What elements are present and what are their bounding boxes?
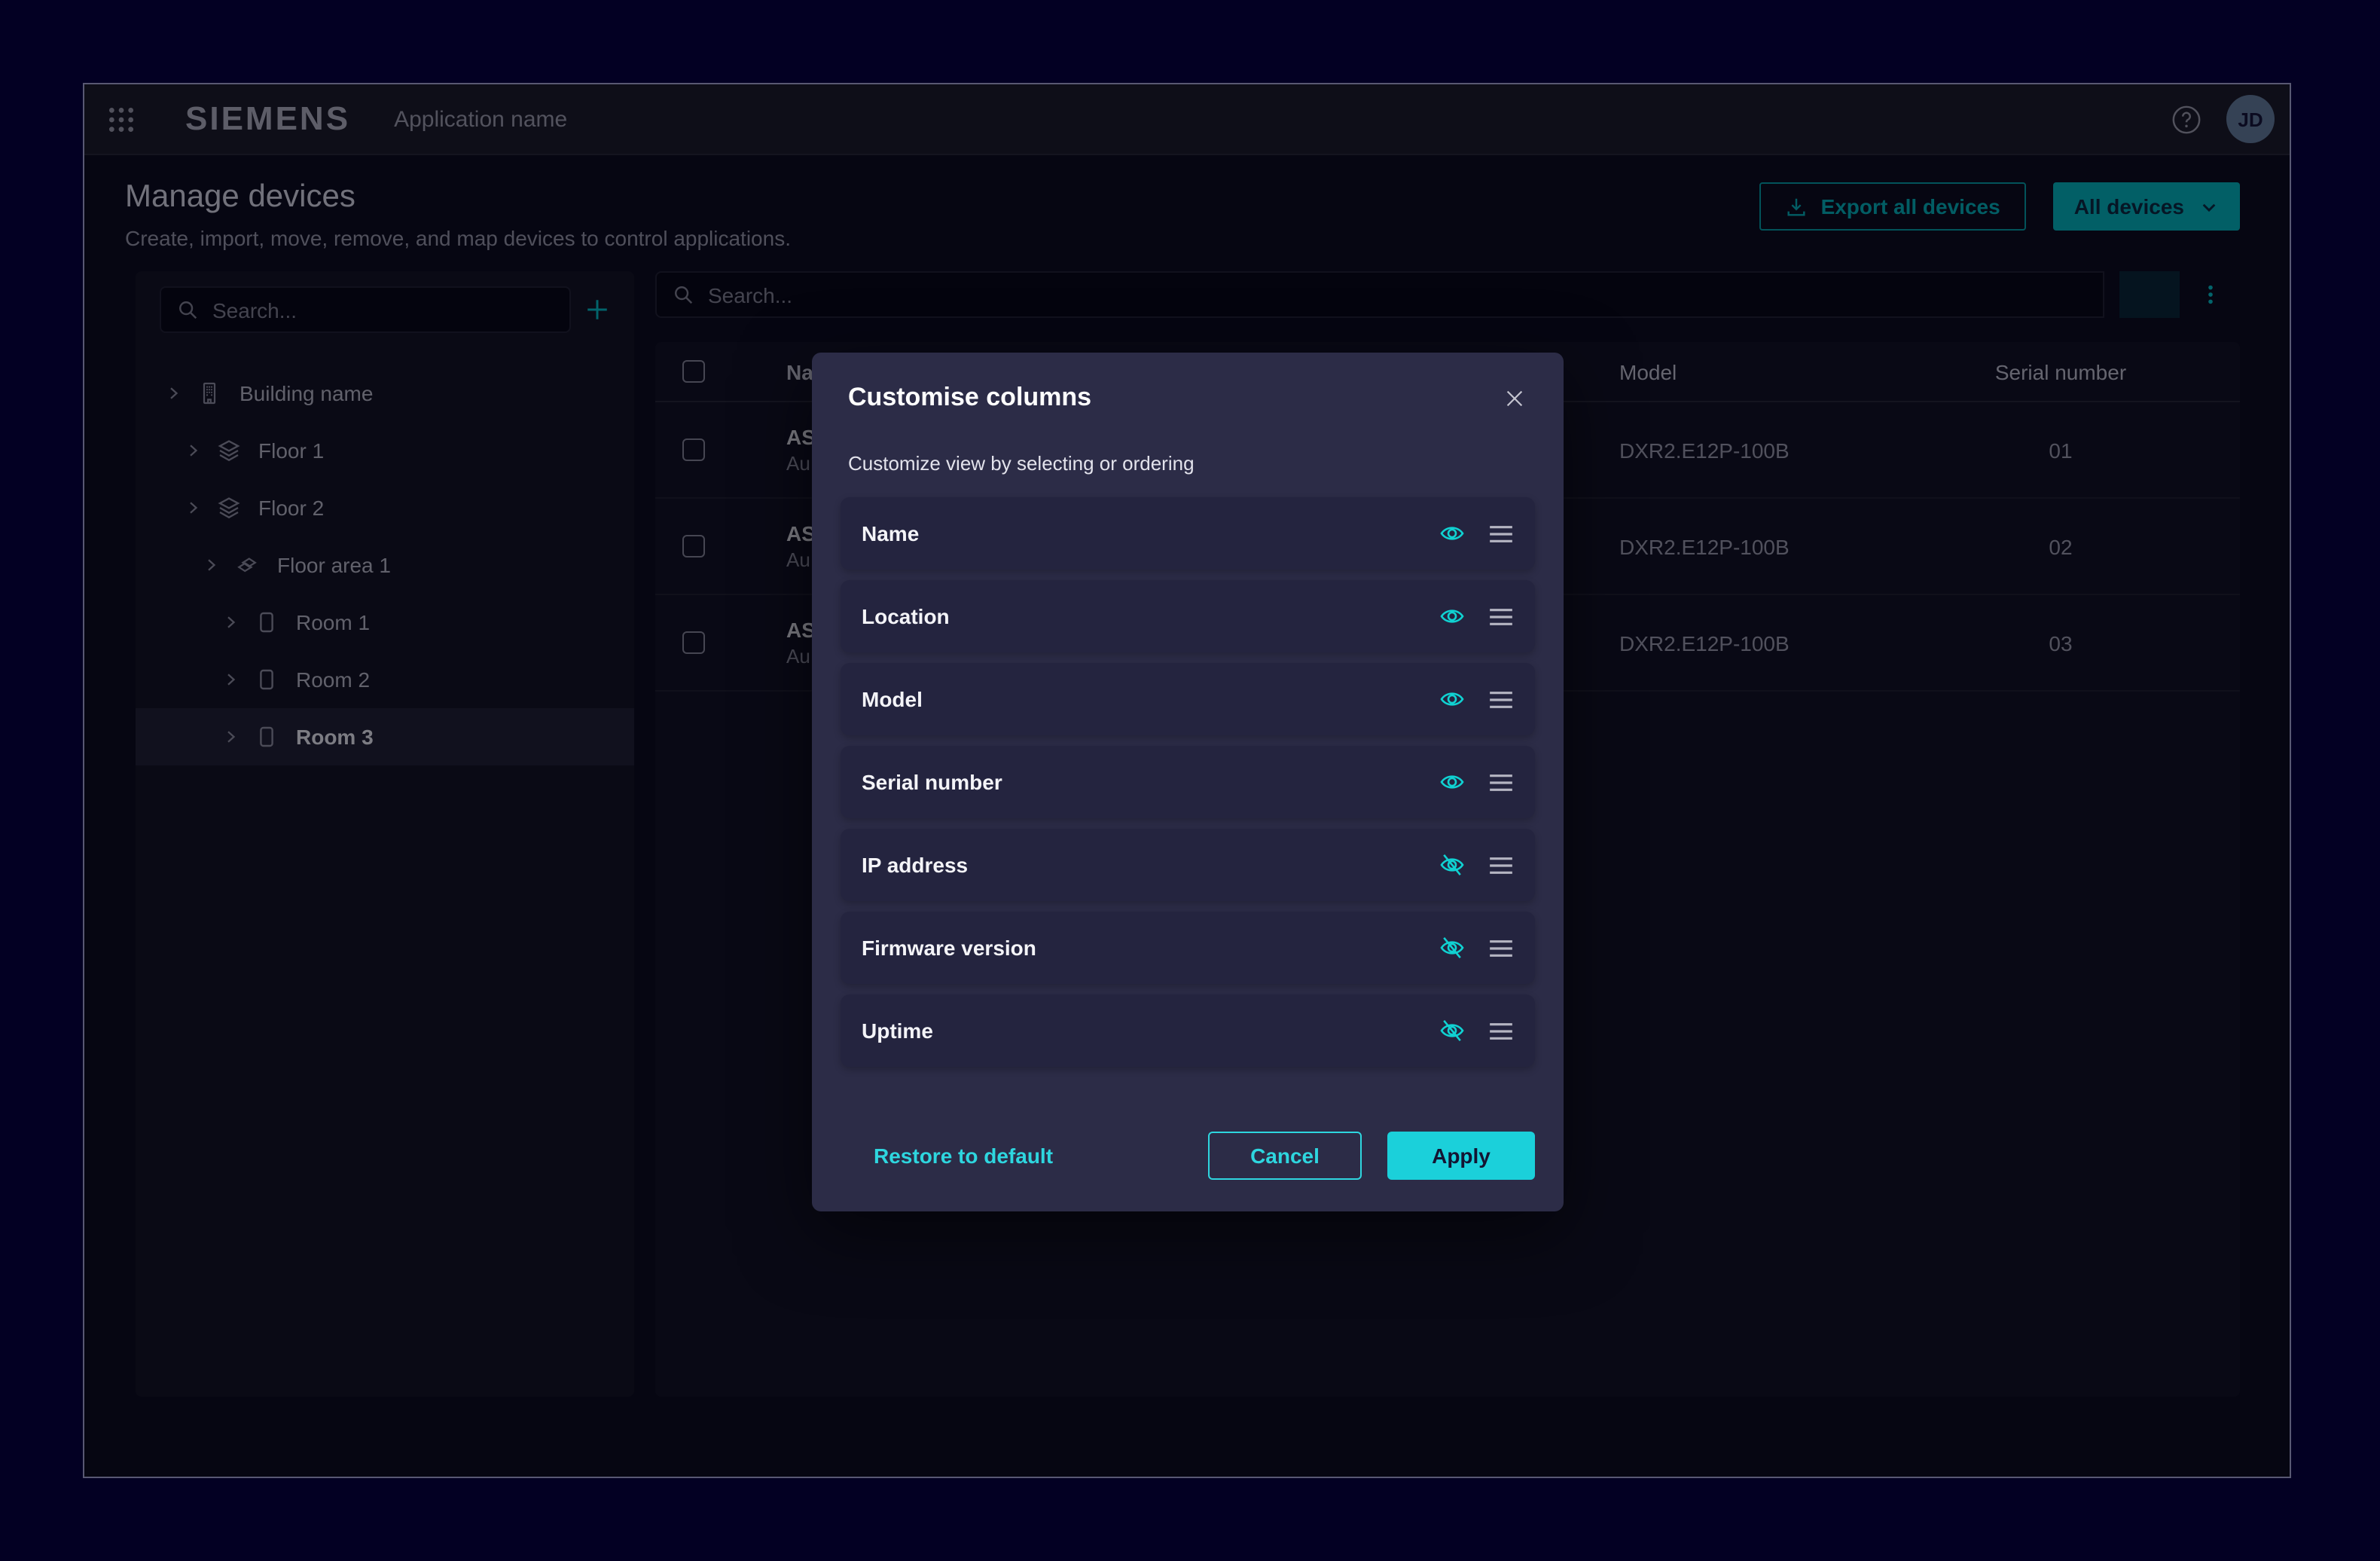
drag-handle-icon	[1488, 524, 1513, 543]
column-row-ip-address[interactable]: IP address	[841, 829, 1535, 901]
column-list: Name Location Model Serial number IP address…	[812, 497, 1564, 1067]
drag-handle-icon	[1488, 938, 1513, 958]
eye-icon	[1439, 686, 1466, 713]
drag-handle[interactable]	[1479, 672, 1521, 726]
drag-handle-icon	[1488, 689, 1513, 709]
column-row-uptime[interactable]: Uptime	[841, 994, 1535, 1067]
drag-handle-icon	[1488, 1021, 1513, 1040]
drag-handle[interactable]	[1479, 755, 1521, 809]
drag-handle-icon	[1488, 606, 1513, 626]
drag-handle[interactable]	[1479, 838, 1521, 892]
visibility-on-button[interactable]	[1425, 755, 1479, 809]
eye-off-icon	[1439, 934, 1466, 961]
modal-footer: Restore to default Cancel Apply	[812, 1132, 1564, 1180]
column-row-model[interactable]: Model	[841, 663, 1535, 735]
page: SIEMENS Application name JD Manage devic…	[0, 0, 2380, 1561]
restore-to-default-button[interactable]: Restore to default	[874, 1144, 1053, 1168]
column-label: Serial number	[862, 770, 1425, 794]
modal-title: Customise columns	[848, 383, 1494, 413]
close-button[interactable]	[1494, 378, 1533, 417]
column-label: Firmware version	[862, 936, 1425, 960]
drag-handle[interactable]	[1479, 921, 1521, 975]
cancel-button[interactable]: Cancel	[1208, 1132, 1362, 1180]
column-label: Name	[862, 521, 1425, 545]
visibility-on-button[interactable]	[1425, 506, 1479, 561]
visibility-off-button[interactable]	[1425, 838, 1479, 892]
visibility-off-button[interactable]	[1425, 1004, 1479, 1058]
column-row-location[interactable]: Location	[841, 580, 1535, 652]
column-label: Uptime	[862, 1019, 1425, 1043]
eye-icon	[1439, 520, 1466, 547]
column-row-name[interactable]: Name	[841, 497, 1535, 570]
visibility-on-button[interactable]	[1425, 672, 1479, 726]
drag-handle-icon	[1488, 855, 1513, 875]
customise-columns-modal: Customise columns Customize view by sele…	[812, 353, 1564, 1211]
visibility-off-button[interactable]	[1425, 921, 1479, 975]
column-label: Location	[862, 604, 1425, 628]
modal-subtitle: Customize view by selecting or ordering	[812, 452, 1564, 475]
column-row-firmware-version[interactable]: Firmware version	[841, 912, 1535, 984]
visibility-on-button[interactable]	[1425, 589, 1479, 643]
eye-icon	[1439, 768, 1466, 796]
eye-off-icon	[1439, 851, 1466, 878]
apply-button[interactable]: Apply	[1387, 1132, 1535, 1180]
drag-handle-icon	[1488, 772, 1513, 792]
eye-off-icon	[1439, 1017, 1466, 1044]
eye-icon	[1439, 603, 1466, 630]
drag-handle[interactable]	[1479, 506, 1521, 561]
column-label: IP address	[862, 853, 1425, 877]
drag-handle[interactable]	[1479, 1004, 1521, 1058]
column-label: Model	[862, 687, 1425, 711]
drag-handle[interactable]	[1479, 589, 1521, 643]
column-row-serial-number[interactable]: Serial number	[841, 746, 1535, 818]
close-icon	[1503, 386, 1525, 409]
